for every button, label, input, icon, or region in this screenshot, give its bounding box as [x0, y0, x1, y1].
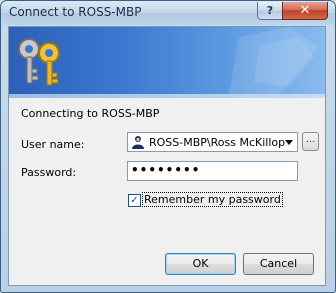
banner: [9, 27, 325, 94]
username-value: ROSS-MBP\Ross McKillop: [149, 136, 286, 149]
login-dialog: Connect to ROSS-MBP ? ✕ Connecting to RO…: [0, 0, 336, 293]
remember-password-checkbox[interactable]: ✓: [128, 194, 141, 207]
username-combobox[interactable]: ROSS-MBP\Ross McKillop: [127, 132, 298, 152]
banner-strip: [9, 94, 325, 98]
help-button[interactable]: ?: [257, 2, 283, 20]
user-icon: [132, 136, 144, 149]
chevron-down-icon[interactable]: [285, 140, 293, 145]
title-bar[interactable]: Connect to ROSS-MBP ? ✕: [1, 1, 335, 25]
cancel-button[interactable]: Cancel: [243, 253, 314, 275]
password-field[interactable]: ••••••••: [127, 161, 298, 181]
remember-password-label[interactable]: Remember my password: [142, 192, 283, 207]
banner-decoration: [229, 27, 319, 94]
password-label: Password:: [21, 166, 77, 179]
username-label: User name:: [21, 138, 85, 151]
dialog-body: Connecting to ROSS-MBP User name: ROSS-M…: [8, 26, 326, 286]
close-button[interactable]: ✕: [282, 2, 328, 20]
connecting-text: Connecting to ROSS-MBP: [21, 107, 160, 120]
window-title: Connect to ROSS-MBP: [9, 5, 142, 19]
ok-button[interactable]: OK: [165, 253, 236, 275]
keys-icon: [18, 38, 60, 86]
browse-users-button[interactable]: ...: [302, 132, 319, 151]
